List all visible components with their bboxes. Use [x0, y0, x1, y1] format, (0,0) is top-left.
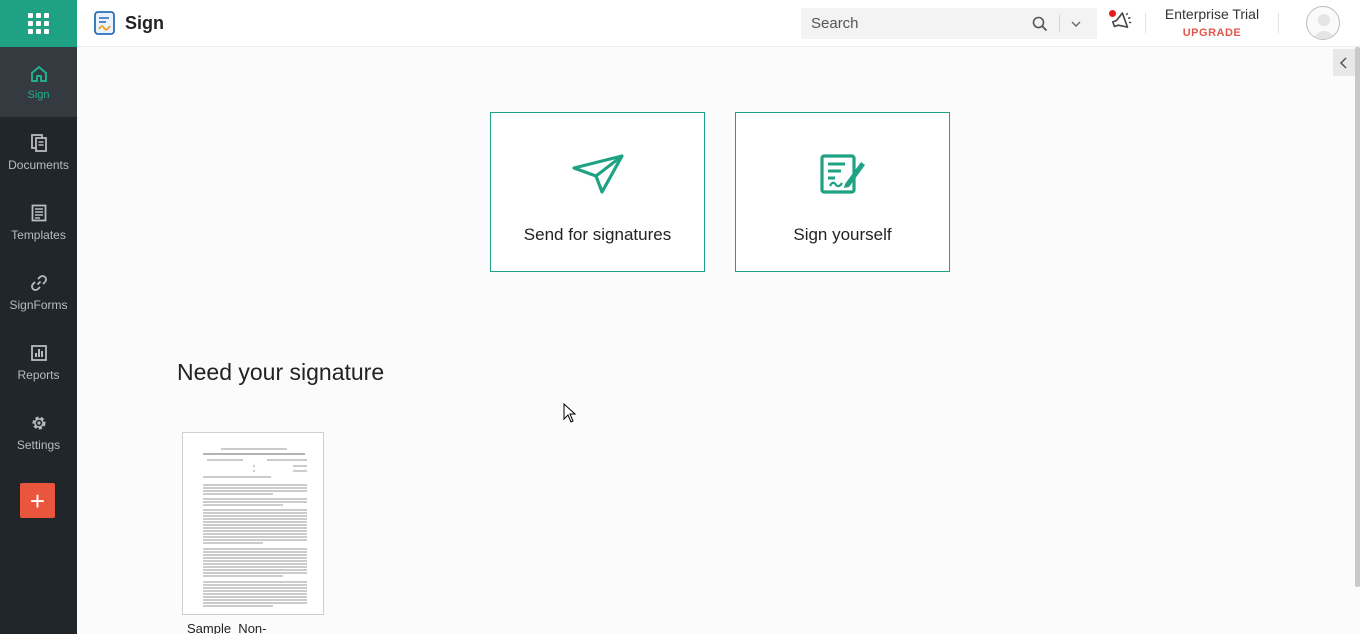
mouse-cursor-icon	[563, 403, 577, 423]
announcements-button[interactable]	[1109, 9, 1133, 33]
search-input[interactable]	[801, 8, 1029, 39]
document-thumbnail[interactable]	[182, 432, 324, 615]
send-for-signatures-card[interactable]: Send for signatures	[490, 112, 705, 272]
sign-logo-icon	[94, 11, 115, 35]
upgrade-link[interactable]: UPGRADE	[1147, 27, 1277, 39]
avatar[interactable]	[1306, 6, 1340, 40]
plan-name: Enterprise Trial	[1164, 6, 1260, 22]
collapse-panel-button[interactable]	[1333, 49, 1355, 76]
sidebar: Sign Documents Templates SignForms Repor…	[0, 0, 77, 634]
sidebar-item-reports[interactable]: Reports	[0, 327, 77, 397]
top-header: Sign Enterprise Trial UPGRADE	[77, 0, 1360, 47]
scrollbar[interactable]	[1355, 47, 1360, 587]
grid-icon	[28, 13, 49, 34]
sidebar-item-label: Reports	[17, 367, 60, 382]
chevron-left-icon	[1339, 56, 1347, 69]
gear-icon	[29, 413, 49, 433]
sidebar-item-label: Sign	[27, 88, 50, 101]
sidebar-item-templates[interactable]: Templates	[0, 187, 77, 257]
app-title: Sign	[125, 12, 164, 33]
user-icon	[1312, 14, 1336, 39]
search-box	[801, 8, 1097, 39]
card-label: Send for signatures	[523, 225, 672, 244]
chevron-down-icon[interactable]	[1069, 17, 1083, 31]
sign-document-icon	[817, 153, 869, 195]
reports-icon	[29, 343, 49, 363]
sidebar-item-documents[interactable]: Documents	[0, 117, 77, 187]
sidebar-item-label: Settings	[16, 437, 61, 452]
notification-dot	[1109, 10, 1116, 17]
sign-yourself-card[interactable]: Sign yourself	[735, 112, 950, 272]
card-label: Sign yourself	[793, 225, 892, 244]
document-name[interactable]: Sample Non-	[187, 621, 266, 634]
section-title: Need your signature	[177, 359, 385, 385]
plan-info: Enterprise Trial UPGRADE	[1147, 6, 1277, 39]
sidebar-item-sign[interactable]: Sign	[0, 47, 77, 117]
add-button[interactable]: +	[20, 483, 55, 518]
sidebar-item-signforms[interactable]: SignForms	[0, 257, 77, 327]
document-preview-icon	[203, 448, 307, 607]
templates-icon	[29, 203, 49, 223]
home-icon	[29, 64, 49, 84]
documents-icon	[29, 133, 49, 153]
paper-plane-icon	[571, 153, 624, 195]
header-divider	[1145, 13, 1146, 33]
brand: Sign	[94, 11, 164, 35]
search-divider	[1059, 15, 1060, 32]
sidebar-item-settings[interactable]: Settings	[0, 397, 77, 467]
app-launcher-button[interactable]	[0, 0, 77, 47]
sidebar-item-label: Templates	[11, 227, 66, 242]
search-icon[interactable]	[1032, 16, 1048, 32]
sidebar-item-label: Documents	[8, 157, 69, 172]
link-icon	[29, 273, 49, 293]
sidebar-item-label: SignForms	[9, 297, 68, 312]
header-divider	[1278, 13, 1279, 33]
